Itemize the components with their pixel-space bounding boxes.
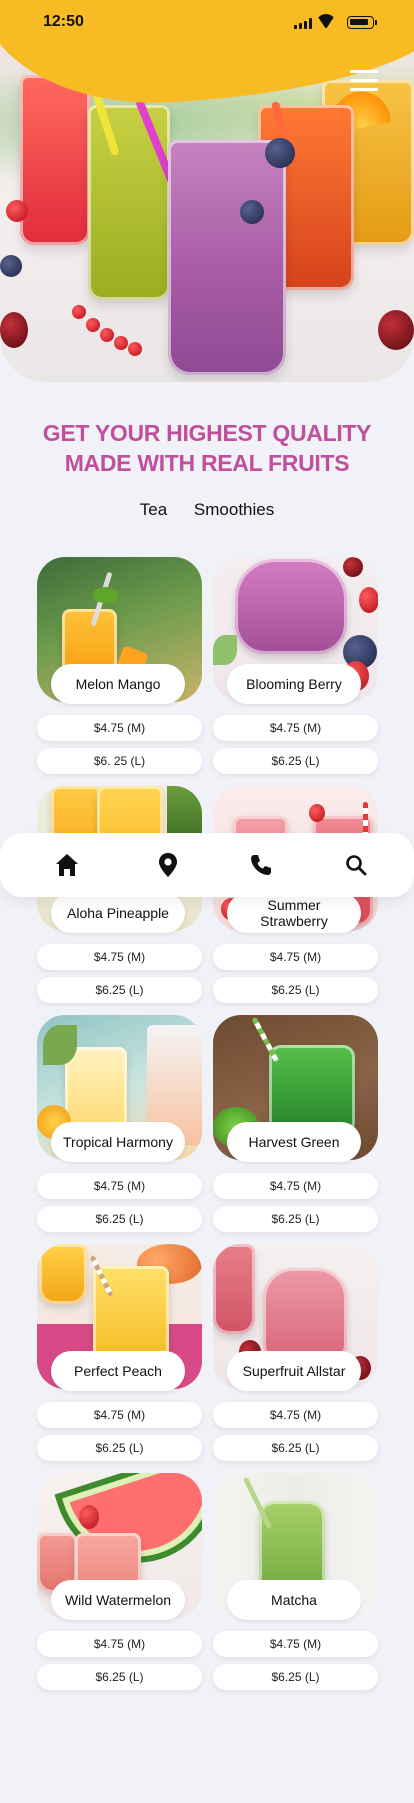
price-large-button[interactable]: $6. 25 (L) — [37, 748, 202, 774]
wifi-icon — [318, 14, 334, 28]
price-medium-button[interactable]: $4.75 (M) — [213, 1402, 378, 1428]
price-large-button[interactable]: $6.25 (L) — [213, 748, 378, 774]
product-name: Aloha Pineapple — [51, 893, 185, 933]
home-icon[interactable] — [51, 849, 83, 881]
price-large-button[interactable]: $6.25 (L) — [37, 1435, 202, 1461]
price-large-button[interactable]: $6.25 (L) — [213, 1206, 378, 1232]
phone-icon[interactable] — [245, 849, 277, 881]
price-large-button[interactable]: $6.25 (L) — [213, 1435, 378, 1461]
hamburger-menu-icon[interactable] — [350, 70, 378, 94]
status-bar: 12:50 — [0, 0, 414, 46]
status-time: 12:50 — [43, 13, 84, 30]
battery-icon — [347, 16, 377, 29]
price-medium-button[interactable]: $4.75 (M) — [37, 715, 202, 741]
product-name: Perfect Peach — [51, 1351, 185, 1391]
product-name: Melon Mango — [51, 664, 185, 704]
price-large-button[interactable]: $6.25 (L) — [213, 1664, 378, 1690]
price-medium-button[interactable]: $4.75 (M) — [37, 1173, 202, 1199]
product-name: Matcha — [227, 1580, 361, 1620]
category-tabs: Tea Smoothies — [0, 500, 414, 520]
headline-line-2: MADE WITH REAL FRUITS — [64, 450, 350, 476]
price-medium-button[interactable]: $4.75 (M) — [213, 715, 378, 741]
headline-line-1: GET YOUR HIGHEST QUALITY — [42, 420, 372, 446]
price-medium-button[interactable]: $4.75 (M) — [213, 944, 378, 970]
price-large-button[interactable]: $6.25 (L) — [37, 1206, 202, 1232]
product-name: Summer Strawberry — [227, 893, 361, 933]
headline: GET YOUR HIGHEST QUALITY MADE WITH REAL … — [0, 418, 414, 478]
price-large-button[interactable]: $6.25 (L) — [37, 1664, 202, 1690]
product-name: Wild Watermelon — [51, 1580, 185, 1620]
bottom-nav — [0, 833, 414, 897]
price-large-button[interactable]: $6.25 (L) — [37, 977, 202, 1003]
price-medium-button[interactable]: $4.75 (M) — [37, 1631, 202, 1657]
tab-tea[interactable]: Tea — [140, 500, 167, 520]
price-medium-button[interactable]: $4.75 (M) — [213, 1173, 378, 1199]
product-name: Superfruit Allstar — [227, 1351, 361, 1391]
price-medium-button[interactable]: $4.75 (M) — [213, 1631, 378, 1657]
price-medium-button[interactable]: $4.75 (M) — [37, 944, 202, 970]
price-large-button[interactable]: $6.25 (L) — [213, 977, 378, 1003]
product-name: Harvest Green — [227, 1122, 361, 1162]
tab-smoothies[interactable]: Smoothies — [194, 500, 274, 520]
hero-image — [0, 0, 414, 382]
signal-icon — [294, 18, 312, 29]
location-pin-icon[interactable] — [152, 849, 184, 881]
product-name: Tropical Harmony — [51, 1122, 185, 1162]
search-icon[interactable] — [340, 849, 372, 881]
product-name: Blooming Berry — [227, 664, 361, 704]
price-medium-button[interactable]: $4.75 (M) — [37, 1402, 202, 1428]
